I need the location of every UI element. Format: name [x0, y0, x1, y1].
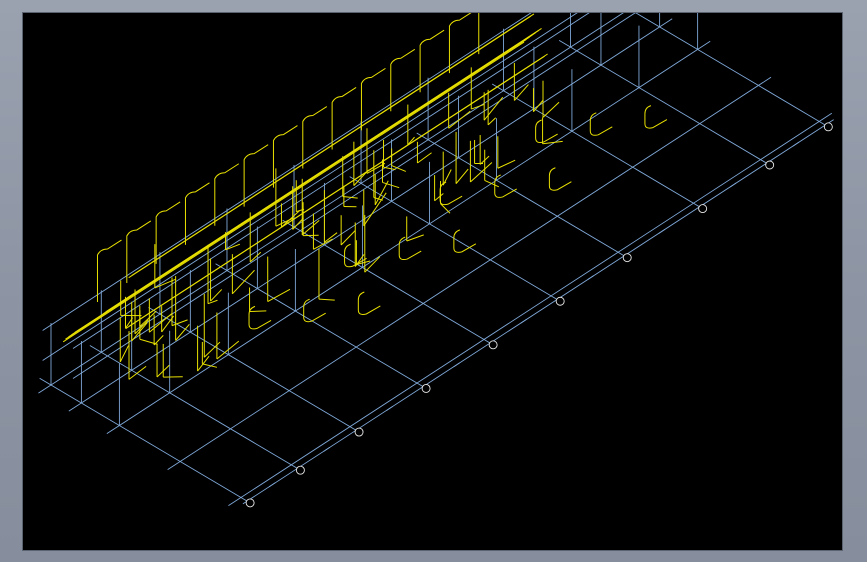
dimension-tick: [792, 141, 800, 147]
pipe-branch: [232, 269, 255, 295]
grid-bubble-group: [765, 160, 775, 170]
pipe-branch: [406, 234, 424, 242]
dimension-tick: [729, 182, 737, 188]
grid-bubble: [555, 296, 565, 306]
cad-viewport[interactable]: [22, 12, 843, 551]
grid-line: [72, 13, 590, 349]
grid-line: [416, 132, 630, 260]
grid-bubble: [295, 465, 305, 475]
dimension-tick: [386, 406, 393, 411]
pipe-branch: [134, 319, 149, 335]
pipe-branch: [487, 117, 497, 126]
pipe-branch: [153, 335, 164, 346]
pipe-branch: [203, 341, 221, 358]
grid-bubble-group: [354, 427, 364, 437]
grid-line: [215, 263, 429, 391]
pipe-branch: [448, 110, 471, 129]
grid-bubble-group: [823, 122, 833, 132]
pipe-branch: [249, 310, 267, 313]
pipe-loop: [398, 236, 422, 261]
grid-bubble: [698, 204, 708, 214]
pipe-run: [128, 53, 548, 327]
grid-bubble-group: [555, 296, 565, 306]
grid-line: [635, 13, 831, 129]
grid-bubble-group: [421, 384, 431, 393]
grid-bubble-group: [698, 204, 708, 214]
grid-bubble: [488, 340, 498, 350]
dimension-tick: [323, 446, 330, 452]
pipe-branch: [383, 166, 396, 171]
grid-line: [228, 112, 833, 507]
pipe-loop: [248, 305, 272, 330]
piping-network: [62, 13, 668, 380]
grid-bubble-group: [245, 498, 255, 508]
pipe-branch: [533, 99, 544, 113]
dimension-bubbles: [245, 122, 833, 508]
pipe-loop: [535, 119, 558, 144]
pipe-branch: [484, 179, 500, 188]
grid-line: [349, 176, 563, 303]
grid-bubble: [245, 498, 255, 508]
pipe-branch: [207, 299, 218, 305]
grid-line: [39, 377, 253, 505]
dimension-line: [242, 119, 834, 505]
grid-bubble-group: [488, 340, 498, 350]
pipe-branch: [267, 288, 291, 302]
pipe-loop: [589, 112, 613, 136]
pipe-branch: [318, 298, 335, 301]
dimension-tick: [453, 362, 460, 368]
grid-line: [42, 13, 578, 361]
grid-line: [42, 13, 532, 331]
grid-bubble: [354, 427, 364, 437]
pipe-loop: [644, 105, 668, 129]
grid-line: [89, 345, 303, 472]
pipe-loop: [357, 291, 381, 315]
pipe-branch: [210, 289, 223, 302]
grid-bubble-group: [295, 465, 305, 475]
grid-bubble: [765, 160, 775, 170]
grid-bubble-group: [622, 253, 632, 263]
pipe-branch: [175, 324, 190, 341]
grid-line: [72, 13, 636, 379]
grid-line: [148, 307, 362, 434]
pipe-branch: [542, 101, 560, 118]
pipe-branch: [497, 159, 516, 169]
pipe-branch: [483, 96, 504, 121]
grid-line: [106, 40, 711, 435]
grid-bubble: [421, 384, 431, 393]
grid-bubble: [823, 122, 833, 132]
grid-line: [167, 76, 772, 471]
dimension-tick: [587, 275, 594, 281]
pipe-run: [62, 41, 525, 343]
grid-bubble: [622, 253, 632, 263]
pipe-loop: [548, 167, 572, 191]
grid-line: [282, 219, 496, 347]
pipe-branch: [455, 168, 469, 184]
dimension-tick: [658, 228, 666, 234]
pipe-branch: [417, 152, 432, 164]
riser-loop: [448, 13, 472, 74]
grid-line: [491, 83, 706, 211]
window: { "viewport": { "background": "#000000",…: [0, 0, 867, 562]
grid-line: [558, 39, 773, 167]
pipe-loop: [439, 181, 463, 206]
pipe-branch: [471, 103, 485, 110]
pipe-branch: [434, 193, 444, 202]
dimension-tick: [268, 482, 276, 488]
dimension-tick: [520, 318, 527, 324]
isometric-drawing[interactable]: [23, 13, 842, 550]
pipe-branch: [470, 162, 493, 183]
pipe-branch: [119, 345, 129, 363]
